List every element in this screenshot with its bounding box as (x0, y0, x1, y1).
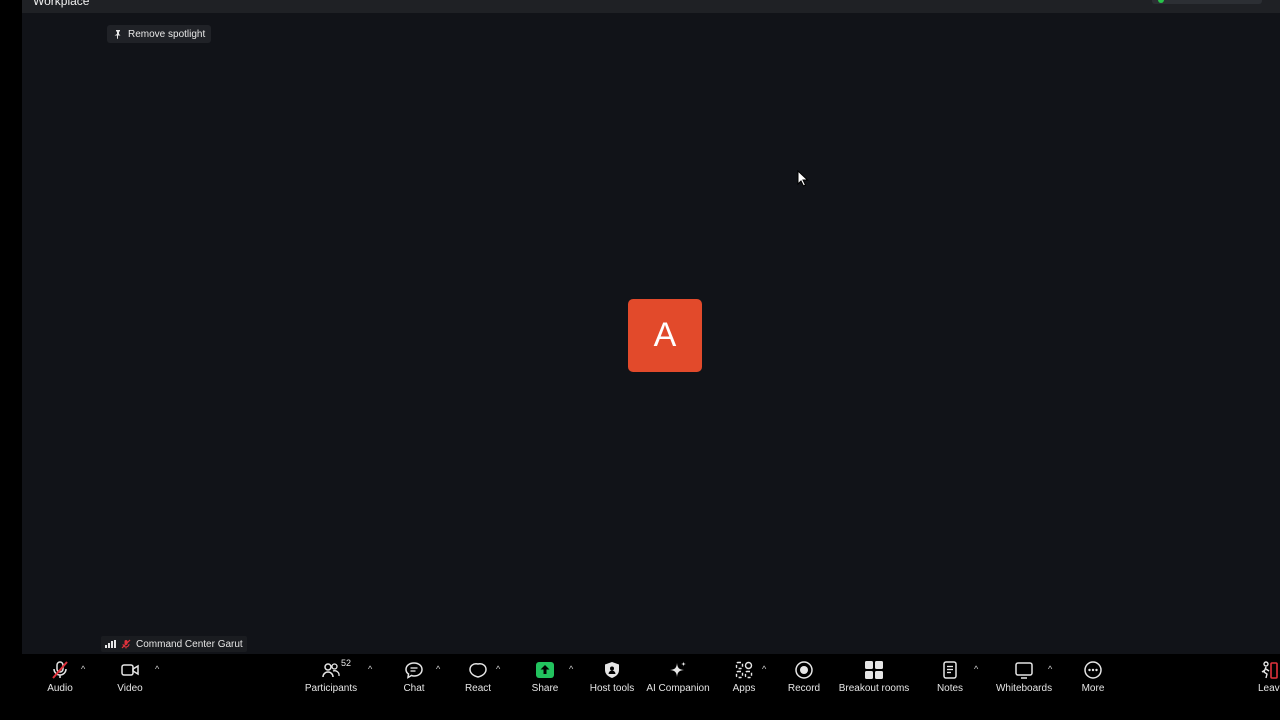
video-options-caret[interactable]: ^ (155, 664, 159, 674)
ai-companion-button[interactable]: AI Companion (646, 659, 710, 694)
breakout-rooms-label: Breakout rooms (838, 683, 910, 694)
shield-icon (605, 662, 619, 678)
heart-react-icon (469, 663, 487, 678)
notes-button[interactable]: Notes (936, 659, 964, 694)
more-label: More (1081, 683, 1105, 694)
signal-strength-icon (105, 640, 116, 648)
audio-label: Audio (47, 683, 73, 694)
audio-button[interactable]: Audio (47, 659, 73, 694)
whiteboards-label: Whiteboards (995, 683, 1053, 694)
apps-options-caret[interactable]: ^ (762, 664, 766, 674)
participants-options-caret[interactable]: ^ (368, 664, 372, 674)
more-ellipsis-icon (1084, 661, 1102, 679)
pin-icon (114, 30, 121, 39)
react-label: React (464, 683, 492, 694)
host-tools-button[interactable]: Host tools (589, 659, 635, 694)
muted-mic-icon (121, 639, 131, 649)
record-label: Record (787, 683, 821, 694)
share-label: Share (531, 683, 559, 694)
remove-spotlight-label: Remove spotlight (128, 28, 206, 40)
share-screen-icon (536, 662, 554, 678)
avatar-letter: A (653, 316, 677, 354)
more-button[interactable]: More (1080, 659, 1106, 694)
participant-name-tag: Command Center Garut (101, 636, 247, 652)
whiteboards-button[interactable]: Whiteboards (996, 659, 1052, 694)
notes-label: Notes (936, 683, 964, 694)
participant-avatar: A (628, 299, 702, 372)
react-button[interactable]: React (465, 659, 491, 694)
host-tools-label: Host tools (589, 683, 635, 694)
sparkle-icon (670, 661, 686, 677)
leave-door-icon (1261, 661, 1278, 679)
breakout-rooms-button[interactable]: Breakout rooms (839, 659, 909, 694)
left-edge-strip (0, 0, 22, 654)
leave-button[interactable]: Leave (1258, 659, 1280, 694)
participants-count: 52 (341, 658, 352, 668)
share-options-caret[interactable]: ^ (569, 664, 573, 674)
chat-bubble-icon (405, 662, 423, 679)
ai-companion-label: AI Companion (646, 683, 710, 694)
apps-button[interactable]: Apps (731, 659, 757, 694)
record-button[interactable]: Record (787, 659, 821, 694)
breakout-rooms-icon (865, 661, 883, 679)
apps-grid-icon (735, 661, 753, 679)
participants-button[interactable]: 52 Participants (304, 658, 358, 694)
video-button[interactable]: Video (117, 659, 143, 694)
window-title: Workplace (33, 0, 90, 8)
chat-label: Chat (403, 683, 425, 694)
participants-label: Participants (304, 683, 358, 694)
notes-icon (943, 661, 957, 679)
chat-options-caret[interactable]: ^ (436, 664, 440, 674)
video-camera-icon (121, 664, 139, 676)
share-button[interactable]: Share (532, 659, 558, 694)
remove-spotlight-button[interactable]: Remove spotlight (107, 25, 212, 43)
apps-label: Apps (732, 683, 756, 694)
meeting-toolbar: Audio ^ Video ^ 52 Participants ^ Chat ^… (0, 654, 1280, 720)
record-icon (795, 661, 813, 679)
leave-label: Leave (1258, 683, 1280, 694)
video-label: Video (117, 683, 143, 694)
whiteboard-icon (1015, 662, 1033, 679)
whiteboards-options-caret[interactable]: ^ (1048, 664, 1052, 674)
top-right-indicator (1152, 0, 1262, 4)
video-stage: Remove spotlight A Command Center Garut (22, 13, 1280, 654)
participants-icon (322, 663, 340, 678)
participant-name: Command Center Garut (136, 638, 243, 650)
react-options-caret[interactable]: ^ (496, 664, 500, 674)
mouse-pointer-icon (797, 170, 809, 187)
notes-options-caret[interactable]: ^ (974, 664, 978, 674)
leave-button-clip: Leave (1255, 654, 1280, 720)
muted-microphone-icon (52, 661, 68, 679)
audio-options-caret[interactable]: ^ (81, 664, 85, 674)
chat-button[interactable]: Chat (403, 659, 425, 694)
title-bar: Workplace (22, 0, 1280, 13)
